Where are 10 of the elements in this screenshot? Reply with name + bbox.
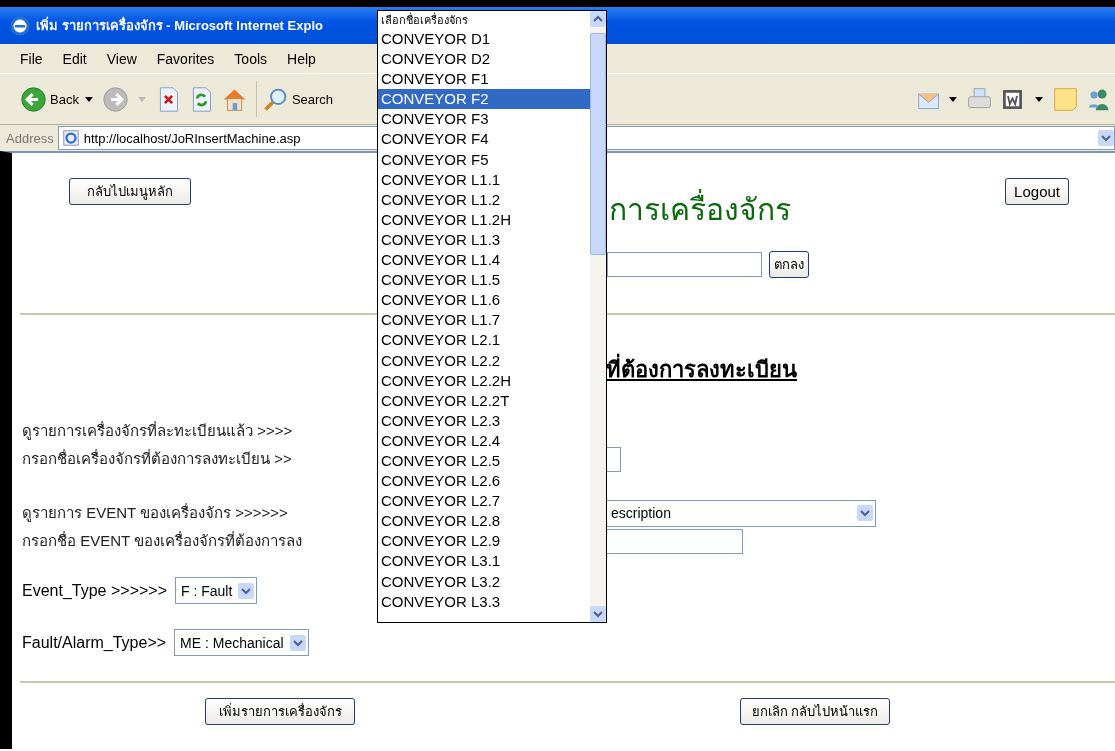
- form-label: Fault/Alarm_Type>>: [22, 633, 167, 652]
- page-heading: การเครื่องจักร: [609, 186, 791, 233]
- form-label: ดูรายการเครื่องจักรที่ละทะเบียนแล้ว >>>>: [22, 420, 294, 442]
- form-label: กรอกชื่อเครื่องจักรที่ต้องการลงทะเบียน >>: [22, 448, 293, 469]
- address-label: Address: [6, 130, 54, 146]
- section-heading: ที่ต้องการลงทะเบียน: [606, 352, 1115, 387]
- form-label: กรอกชื่อ EVENT ของเครื่องจักรที่ต้องการลง: [22, 530, 304, 551]
- form-label: ดูรายการ EVENT ของเครื่องจักร >>>>>>: [22, 502, 289, 524]
- form-label: Event_Type >>>>>>: [22, 581, 167, 600]
- window-title: เพิ่ม รายการเครื่องจักร - Microsoft Internet Explo: [36, 15, 323, 35]
